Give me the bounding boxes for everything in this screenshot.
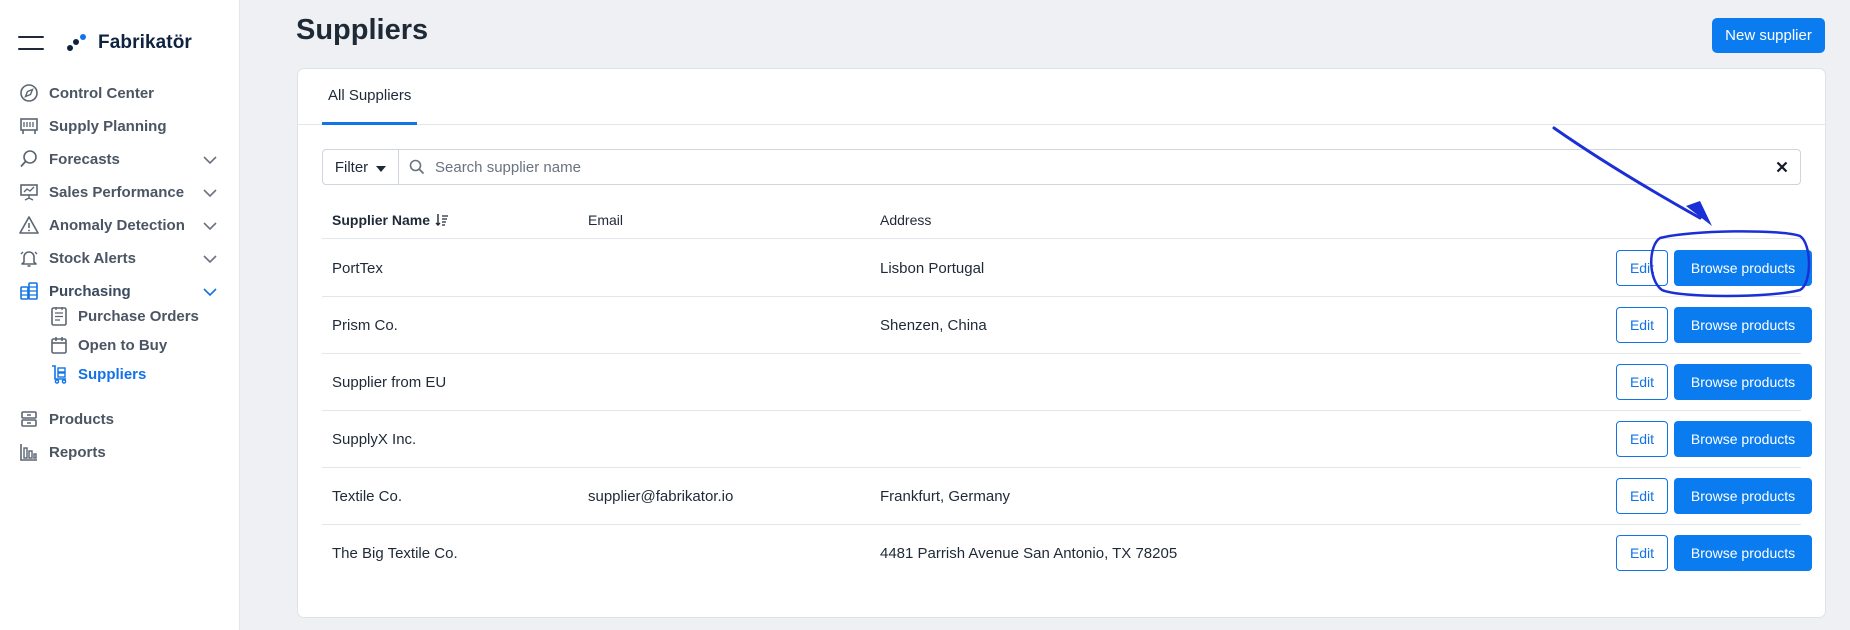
browse-products-button[interactable]: Browse products <box>1674 535 1812 571</box>
warning-triangle-icon <box>18 214 40 236</box>
edit-button[interactable]: Edit <box>1616 307 1668 343</box>
table-row: Prism Co. Shenzen, China Edit Browse pro… <box>322 297 1812 354</box>
supplier-address-cell: Lisbon Portugal <box>880 260 985 277</box>
edit-button[interactable]: Edit <box>1616 364 1668 400</box>
sidebar-subitem-label: Open to Buy <box>78 336 168 354</box>
new-supplier-button[interactable]: New supplier <box>1712 18 1825 53</box>
supplier-name-cell: The Big Textile Co. <box>332 545 458 562</box>
supplier-email-cell: supplier@fabrikator.io <box>588 488 734 505</box>
sidebar-subitem-label: Purchase Orders <box>78 307 199 325</box>
sidebar-item-label: Products <box>49 410 115 428</box>
chevron-down-icon[interactable] <box>202 152 218 170</box>
edit-button[interactable]: Edit <box>1616 250 1668 286</box>
supplier-name-cell: Prism Co. <box>332 317 398 334</box>
sidebar-item-label: Control Center <box>49 84 154 102</box>
presentation-chart-icon <box>18 181 40 203</box>
column-header-email: Email <box>588 212 624 228</box>
edit-button[interactable]: Edit <box>1616 535 1668 571</box>
supplier-name-cell: SupplyX Inc. <box>332 431 417 448</box>
column-label: Supplier Name <box>332 212 431 228</box>
supplier-address-cell: Frankfurt, Germany <box>880 488 1011 505</box>
chevron-down-icon[interactable] <box>202 284 218 302</box>
calendar-icon <box>48 334 70 356</box>
sidebar-subitem-open-to-buy[interactable]: Open to Buy <box>48 331 167 359</box>
browse-products-button[interactable]: Browse products <box>1674 364 1812 400</box>
sidebar-item-reports[interactable]: Reports <box>18 437 228 467</box>
sidebar-item-stock-alerts[interactable]: Stock Alerts <box>18 243 228 273</box>
table-row: Textile Co. supplier@fabrikator.io Frank… <box>322 468 1812 525</box>
sidebar-item-label: Stock Alerts <box>49 249 136 267</box>
filter-dropdown[interactable]: Filter <box>323 150 399 184</box>
brand-bar: Fabrikatör <box>18 30 192 56</box>
suppliers-card: All Suppliers Filter Supplier Name Email… <box>297 68 1826 618</box>
column-header-address: Address <box>880 212 932 228</box>
sidebar-item-anomaly-detection[interactable]: Anomaly Detection <box>18 210 228 240</box>
tab-bar: All Suppliers <box>298 69 1825 125</box>
edit-button[interactable]: Edit <box>1616 478 1668 514</box>
caret-down-icon <box>376 159 387 176</box>
supplier-name-cell: PortTex <box>332 260 383 277</box>
sidebar-item-label: Supply Planning <box>49 117 167 135</box>
menu-icon[interactable] <box>18 36 44 50</box>
table-header: Supplier Name Email Address <box>322 201 1801 239</box>
hand-truck-icon <box>48 363 70 385</box>
page-title: Suppliers <box>296 14 429 46</box>
edit-button[interactable]: Edit <box>1616 421 1668 457</box>
bell-icon <box>18 247 40 269</box>
sidebar-item-supply-planning[interactable]: Supply Planning <box>18 111 228 141</box>
browse-products-button[interactable]: Browse products <box>1674 307 1812 343</box>
sidebar-item-label: Forecasts <box>49 150 120 168</box>
sidebar-subitem-purchase-orders[interactable]: Purchase Orders <box>48 302 199 330</box>
browse-products-button[interactable]: Browse products <box>1674 421 1812 457</box>
magnifier-icon <box>18 148 40 170</box>
coins-icon <box>18 280 40 302</box>
logo[interactable]: Fabrikatör <box>66 32 192 54</box>
sidebar: Fabrikatör Control Center Supply Plannin… <box>0 0 240 630</box>
sidebar-item-label: Reports <box>49 443 106 461</box>
table-row: PortTex Lisbon Portugal Edit Browse prod… <box>322 240 1812 297</box>
sidebar-item-products[interactable]: Products <box>18 404 228 434</box>
browse-products-button[interactable]: Browse products <box>1674 250 1812 286</box>
chevron-down-icon[interactable] <box>202 218 218 236</box>
sidebar-item-sales-performance[interactable]: Sales Performance <box>18 177 228 207</box>
table-row: SupplyX Inc. Edit Browse products <box>322 411 1812 468</box>
search-icon <box>409 159 425 175</box>
brand-name: Fabrikatör <box>98 32 192 53</box>
table-row: Supplier from EU Edit Browse products <box>322 354 1812 411</box>
supplier-name-cell: Supplier from EU <box>332 374 447 391</box>
column-header-supplier-name[interactable]: Supplier Name <box>332 201 449 239</box>
supplier-name-cell: Textile Co. <box>332 488 403 505</box>
sidebar-subitem-label: Suppliers <box>78 365 147 383</box>
box-stack-icon <box>18 408 40 430</box>
logo-mark-icon <box>67 34 86 51</box>
search-bar: Filter <box>322 149 1801 185</box>
sidebar-item-label: Anomaly Detection <box>49 216 185 234</box>
sort-icon[interactable] <box>435 213 449 227</box>
chevron-down-icon[interactable] <box>202 185 218 203</box>
chevron-down-icon[interactable] <box>202 251 218 269</box>
planning-board-icon <box>18 115 40 137</box>
sidebar-item-control-center[interactable]: Control Center <box>18 78 228 108</box>
sidebar-item-forecasts[interactable]: Forecasts <box>18 144 228 174</box>
close-icon[interactable] <box>1764 150 1800 184</box>
table-row: The Big Textile Co. 4481 Parrish Avenue … <box>322 525 1812 582</box>
sidebar-item-label: Purchasing <box>49 282 131 300</box>
bar-chart-icon <box>18 441 40 463</box>
browse-products-button[interactable]: Browse products <box>1674 478 1812 514</box>
tab-all-suppliers[interactable]: All Suppliers <box>322 69 418 125</box>
sidebar-item-label: Sales Performance <box>49 183 185 201</box>
compass-icon <box>18 82 40 104</box>
filter-label: Filter <box>334 158 369 176</box>
document-list-icon <box>48 305 70 327</box>
sidebar-subitem-suppliers[interactable]: Suppliers <box>48 360 146 388</box>
search-input[interactable] <box>435 151 1764 183</box>
supplier-address-cell: 4481 Parrish Avenue San Antonio, TX 7820… <box>880 545 1178 562</box>
supplier-address-cell: Shenzen, China <box>880 317 987 334</box>
